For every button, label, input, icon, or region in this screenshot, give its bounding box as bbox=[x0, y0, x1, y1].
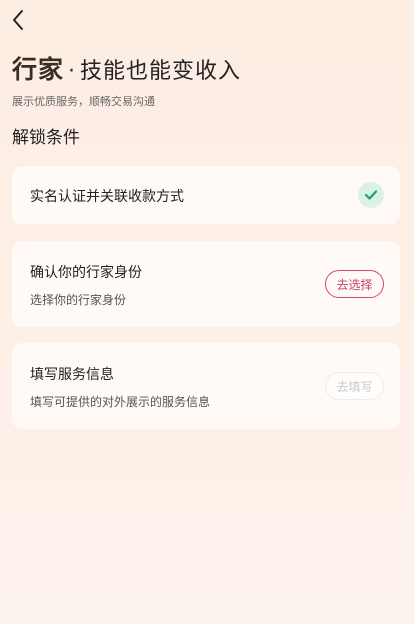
page-subtitle: 展示优质服务，顺畅交易沟通 bbox=[12, 95, 155, 108]
card-title: 实名认证并关联收款方式 bbox=[30, 189, 184, 205]
card-title: 确认你的行家身份 bbox=[30, 265, 142, 281]
select-identity-button[interactable]: 去选择 bbox=[325, 270, 384, 298]
card-title: 填写服务信息 bbox=[30, 367, 114, 383]
back-button[interactable] bbox=[6, 6, 30, 34]
condition-card-identity: 确认你的行家身份 选择你的行家身份 去选择 bbox=[12, 241, 400, 327]
section-title: 解锁条件 bbox=[12, 128, 80, 148]
completed-badge bbox=[358, 182, 384, 208]
condition-card-service: 填写服务信息 填写可提供的对外展示的服务信息 去填写 bbox=[12, 343, 400, 429]
title-separator: · bbox=[68, 59, 76, 84]
page-header: 行家 · 技能也能变收入 bbox=[12, 50, 241, 86]
brand-logo: 行家 bbox=[12, 55, 65, 84]
check-icon bbox=[364, 190, 378, 200]
chevron-left-icon bbox=[13, 10, 23, 30]
page-title: 技能也能变收入 bbox=[80, 59, 242, 84]
card-description: 填写可提供的对外展示的服务信息 bbox=[30, 395, 211, 409]
card-description: 选择你的行家身份 bbox=[30, 293, 127, 307]
condition-card-verification: 实名认证并关联收款方式 bbox=[12, 166, 400, 224]
fill-service-button[interactable]: 去填写 bbox=[325, 372, 384, 400]
